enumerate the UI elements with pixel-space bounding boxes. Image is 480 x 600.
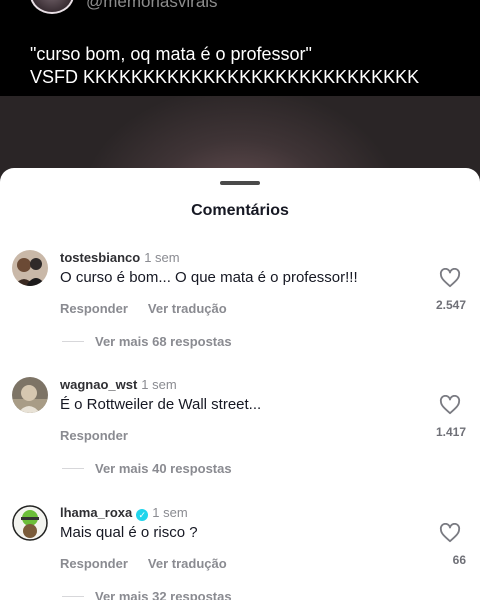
comment-actions: Responder: [60, 428, 128, 443]
reply-button[interactable]: Responder: [60, 428, 128, 443]
comment-header: tostesbianco 1 sem: [60, 250, 180, 265]
comment-header: lhama_roxa ✓ 1 sem: [60, 505, 188, 521]
comment-item: lhama_roxa ✓ 1 sem Mais qual é o risco ? R…: [0, 505, 480, 600]
comment-username[interactable]: lhama_roxa: [60, 505, 132, 520]
translate-button[interactable]: Ver tradução: [148, 556, 227, 571]
reply-button[interactable]: Responder: [60, 556, 128, 571]
comment-text: O curso é bom... O que mata é o professo…: [60, 269, 358, 286]
comment-username[interactable]: tostesbianco: [60, 250, 140, 265]
sheet-drag-handle[interactable]: [220, 181, 260, 185]
author-handle[interactable]: @memoriasvirais: [86, 0, 218, 12]
caption-line-2: VSFD KKKKKKKKKKKKKKKKKKKKKKKKKKKK: [30, 67, 420, 87]
divider: [62, 596, 84, 597]
divider: [62, 341, 84, 342]
post-header: @memoriasvirais "curso bom, oq mata é o …: [0, 0, 480, 96]
comment-text: Mais qual é o risco ?: [60, 524, 198, 541]
comment-header: wagnao_wst 1 sem: [60, 377, 177, 392]
comment-time: 1 sem: [141, 377, 177, 392]
comment-item: wagnao_wst 1 sem É o Rottweiler de Wall s…: [0, 377, 480, 497]
comments-sheet: Comentários tostesbianco 1 sem O curso é …: [0, 168, 480, 600]
divider: [62, 468, 84, 469]
caption-line-1: "curso bom, oq mata é o professor": [30, 44, 312, 64]
view-more-replies-button[interactable]: Ver mais 32 respostas: [95, 589, 232, 600]
view-more-replies-button[interactable]: Ver mais 40 respostas: [95, 461, 232, 476]
like-count: 66: [452, 553, 466, 567]
avatar[interactable]: [12, 505, 48, 541]
like-count: 1.417: [435, 425, 466, 439]
heart-outline-icon[interactable]: [439, 268, 461, 288]
reply-button[interactable]: Responder: [60, 301, 128, 316]
comment-time: 1 sem: [144, 250, 180, 265]
comment-text: É o Rottweiler de Wall street...: [60, 396, 262, 413]
comment-actions: Responder Ver tradução: [60, 301, 227, 316]
view-more-replies-button[interactable]: Ver mais 68 respostas: [95, 334, 232, 349]
comment-actions: Responder Ver tradução: [60, 556, 227, 571]
comment-username[interactable]: wagnao_wst: [60, 377, 137, 392]
comment-item: tostesbianco 1 sem O curso é bom... O que…: [0, 250, 480, 370]
verified-badge-icon: ✓: [136, 509, 149, 521]
like-count: 2.547: [435, 298, 466, 312]
heart-outline-icon[interactable]: [439, 523, 461, 543]
heart-outline-icon[interactable]: [439, 395, 461, 415]
avatar[interactable]: [12, 377, 48, 413]
author-avatar[interactable]: [30, 0, 74, 14]
comment-time: 1 sem: [152, 505, 188, 520]
avatar[interactable]: [12, 250, 48, 286]
translate-button[interactable]: Ver tradução: [148, 301, 227, 316]
comments-title: Comentários: [191, 202, 289, 219]
post-caption: "curso bom, oq mata é o professor" VSFD …: [30, 43, 419, 89]
